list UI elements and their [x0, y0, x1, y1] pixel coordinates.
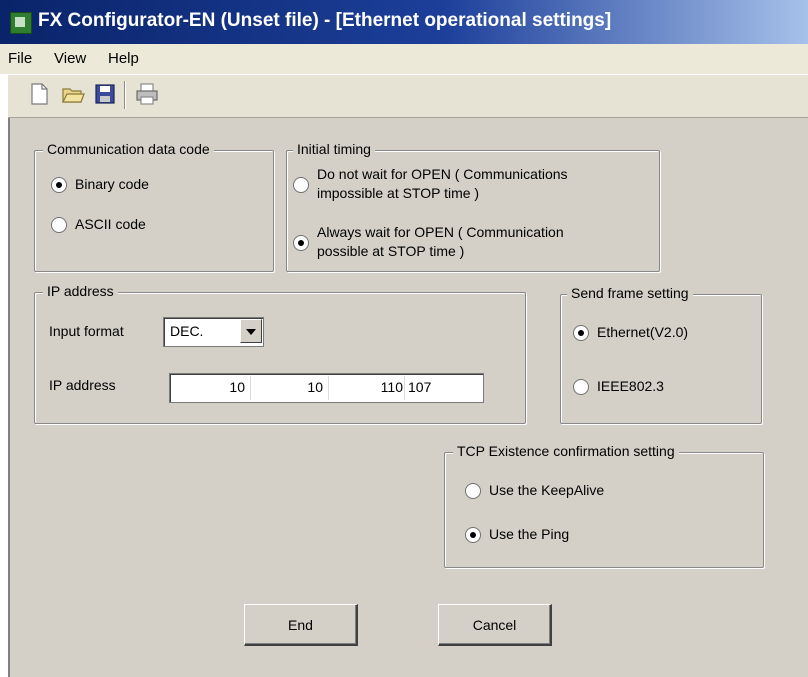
always-wait-open-radio[interactable]: Always wait for OPEN ( Communication pos… — [293, 223, 643, 261]
open-folder-icon[interactable] — [60, 81, 86, 107]
menu-bar: File View Help — [0, 44, 808, 74]
menu-view[interactable]: View — [54, 50, 86, 67]
communication-data-code-title: Communication data code — [43, 141, 214, 157]
input-format-label: Input format — [49, 323, 124, 339]
send-frame-setting-title: Send frame setting — [567, 285, 693, 301]
use-ping-radio[interactable]: Use the Ping — [465, 525, 569, 544]
binary-code-radio[interactable]: Binary code — [51, 175, 149, 194]
input-format-select[interactable]: DEC. — [163, 317, 264, 347]
initial-timing-group: Initial timing Do not wait for OPEN ( Co… — [286, 141, 660, 272]
octet-divider — [328, 376, 329, 400]
ip-octet-1[interactable]: 10 — [229, 379, 245, 395]
do-not-wait-open-line1: Do not wait for OPEN ( Communications — [317, 166, 568, 182]
cancel-button[interactable]: Cancel — [438, 604, 552, 646]
print-icon[interactable] — [134, 81, 160, 107]
menu-help[interactable]: Help — [108, 50, 139, 67]
ip-octet-3[interactable]: 110 — [381, 379, 403, 395]
save-disk-icon[interactable] — [92, 81, 118, 107]
binary-code-label: Binary code — [75, 176, 149, 192]
ip-address-label: IP address — [49, 377, 116, 393]
ieee8023-label: IEEE802.3 — [597, 378, 664, 394]
use-keepalive-radio[interactable]: Use the KeepAlive — [465, 481, 604, 500]
ip-address-group-title: IP address — [43, 283, 118, 299]
tcp-existence-confirmation-title: TCP Existence confirmation setting — [453, 443, 679, 459]
communication-data-code-group: Communication data code Binary code ASCI… — [34, 141, 274, 272]
window-title: FX Configurator-EN (Unset file) - [Ether… — [38, 10, 612, 31]
do-not-wait-open-radio[interactable]: Do not wait for OPEN ( Communications im… — [293, 165, 643, 203]
settings-panel: Communication data code Binary code ASCI… — [8, 118, 808, 677]
end-button[interactable]: End — [244, 604, 358, 646]
radio-unselected-indicator — [293, 177, 309, 193]
chevron-down-icon[interactable] — [240, 319, 262, 343]
app-icon — [10, 12, 32, 34]
ieee8023-radio[interactable]: IEEE802.3 — [573, 377, 664, 396]
radio-unselected-indicator — [465, 483, 481, 499]
ip-address-field[interactable]: 10 10 110 107 — [169, 373, 484, 403]
ethernet-v2-label: Ethernet(V2.0) — [597, 324, 689, 340]
radio-selected-indicator — [465, 527, 481, 543]
octet-divider — [250, 376, 251, 400]
radio-selected-indicator — [51, 177, 67, 193]
menu-file[interactable]: File — [8, 50, 32, 67]
always-wait-open-line2: possible at STOP time ) — [317, 243, 465, 259]
ip-octet-4[interactable]: 107 — [408, 379, 431, 395]
use-keepalive-label: Use the KeepAlive — [489, 482, 605, 498]
ethernet-v2-radio[interactable]: Ethernet(V2.0) — [573, 323, 688, 342]
tcp-existence-confirmation-group: TCP Existence confirmation setting Use t… — [444, 443, 764, 568]
use-ping-label: Use the Ping — [489, 526, 570, 542]
ascii-code-radio[interactable]: ASCII code — [51, 215, 146, 234]
ascii-code-label: ASCII code — [75, 216, 146, 232]
do-not-wait-open-line2: impossible at STOP time ) — [317, 185, 480, 201]
toolbar — [8, 74, 808, 118]
new-file-icon[interactable] — [26, 81, 52, 107]
ip-address-group: IP address Input format DEC. IP address … — [34, 283, 526, 424]
send-frame-setting-group: Send frame setting Ethernet(V2.0) IEEE80… — [560, 285, 762, 424]
radio-selected-indicator — [293, 235, 309, 251]
radio-unselected-indicator — [573, 379, 589, 395]
ip-octet-2[interactable]: 10 — [307, 379, 323, 395]
input-format-value: DEC. — [170, 323, 204, 339]
title-bar[interactable]: FX Configurator-EN (Unset file) - [Ether… — [0, 0, 808, 44]
radio-unselected-indicator — [51, 217, 67, 233]
toolbar-separator-highlight — [125, 81, 126, 109]
always-wait-open-line1: Always wait for OPEN ( Communication — [317, 224, 564, 240]
octet-divider — [404, 376, 405, 400]
app-window: FX Configurator-EN (Unset file) - [Ether… — [0, 0, 808, 677]
initial-timing-title: Initial timing — [293, 141, 375, 157]
radio-selected-indicator — [573, 325, 589, 341]
